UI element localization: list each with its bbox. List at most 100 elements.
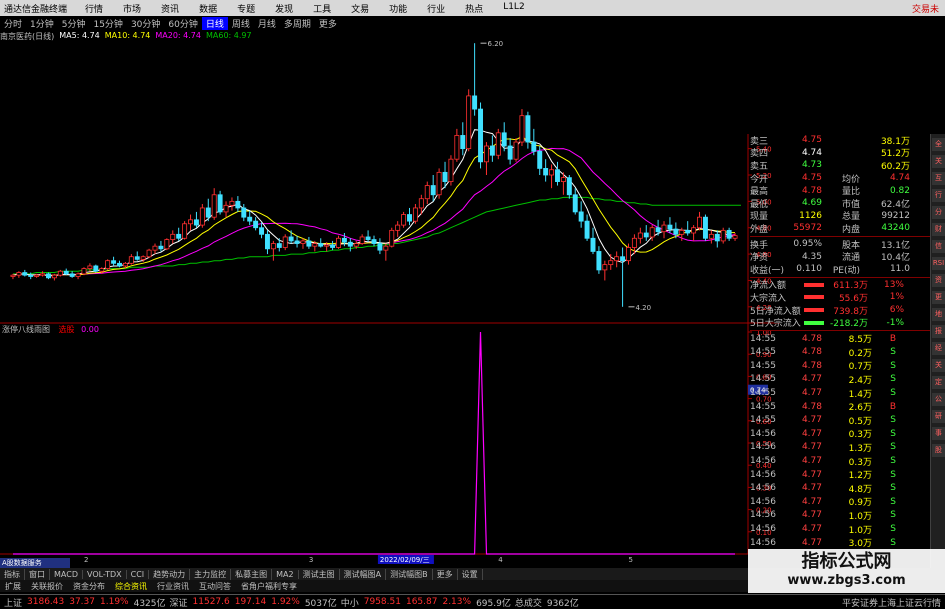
sidebar-icon[interactable]: 研 xyxy=(932,410,945,423)
tick-volume: 2.6万 xyxy=(848,403,872,414)
indicator-tab-3[interactable]: VOL-TDX xyxy=(83,569,127,579)
menu-item-6[interactable]: 工具 xyxy=(303,2,341,15)
zx-label[interactable]: 中小 xyxy=(341,596,359,609)
sidebar-icon[interactable]: 行 xyxy=(932,189,945,202)
indicator-config[interactable]: 选股 xyxy=(59,325,75,334)
candle-body xyxy=(649,227,655,238)
indicator-tab-10[interactable]: 测试幅图A xyxy=(340,568,387,580)
info-tab-2[interactable]: 资金分布 xyxy=(68,581,110,592)
candle-body xyxy=(217,194,223,213)
tick-price: 4.78 xyxy=(801,333,822,344)
candle-body xyxy=(543,168,549,176)
quote-row: 现量 1126 总量 99212 xyxy=(750,210,930,223)
menu-item-4[interactable]: 专题 xyxy=(227,2,265,15)
period-tab-5[interactable]: 60分钟 xyxy=(164,17,201,30)
menu-item-3[interactable]: 数据 xyxy=(189,2,227,15)
menu-item-5[interactable]: 发现 xyxy=(265,2,303,15)
quote-row: 卖四 4.74 51.2万 xyxy=(750,147,930,160)
period-tab-6[interactable]: 日线 xyxy=(201,16,228,30)
menu-item-1[interactable]: 市场 xyxy=(113,2,151,15)
tick-volume: 1.0万 xyxy=(848,525,872,536)
sz-label[interactable]: 深证 xyxy=(170,596,188,609)
info-tab-6[interactable]: 省角户福利专享 xyxy=(236,581,302,592)
candle-body xyxy=(10,274,16,277)
menu-item-11[interactable]: L1L2 xyxy=(493,2,534,15)
tick-time: 14:56 xyxy=(750,456,776,467)
period-tab-9[interactable]: 多周期 xyxy=(280,17,315,30)
period-tab-0[interactable]: 分时 xyxy=(0,17,26,30)
info-tab-1[interactable]: 关联报价 xyxy=(26,581,68,592)
period-tab-2[interactable]: 5分钟 xyxy=(58,17,90,30)
candle-body xyxy=(614,256,620,262)
candlestick-chart[interactable]: 4.204.404.604.805.005.205.406.204.200.10… xyxy=(0,30,780,568)
period-tab-8[interactable]: 月线 xyxy=(254,17,280,30)
indicator-tab-4[interactable]: CCI xyxy=(127,569,150,579)
trade-status: 交易未 xyxy=(911,4,939,15)
candle-body xyxy=(182,223,188,239)
candle-body xyxy=(57,270,63,276)
sidebar-icon[interactable]: 报 xyxy=(932,325,945,338)
menu-item-8[interactable]: 功能 xyxy=(379,2,417,15)
tick-time: 14:56 xyxy=(750,510,776,521)
tick-list[interactable]: 14:55 4.78 8.5万 B 14:55 4.78 0.2万 S 14:55 4.78 0.7… xyxy=(750,332,930,549)
menu-item-2[interactable]: 资讯 xyxy=(151,2,189,15)
candle-body xyxy=(489,145,495,156)
tick-volume: 1.4万 xyxy=(848,389,872,400)
period-tab-7[interactable]: 周线 xyxy=(228,17,254,30)
indicator-tab-8[interactable]: MA2 xyxy=(272,569,299,579)
menu-item-9[interactable]: 行业 xyxy=(417,2,455,15)
menu-item-10[interactable]: 热点 xyxy=(455,2,493,15)
indicator-tab-0[interactable]: 指标 xyxy=(0,568,25,580)
sidebar-icon[interactable]: 全 xyxy=(932,138,945,151)
candle-body xyxy=(661,224,667,233)
tick-side: S xyxy=(890,374,896,385)
sidebar-icon[interactable]: 分 xyxy=(932,206,945,219)
info-tab-0[interactable]: 扩展 xyxy=(0,581,26,592)
tick-row: 14:55 4.78 8.5万 B xyxy=(750,332,930,346)
sidebar-icon[interactable]: 关 xyxy=(932,155,945,168)
quote-label-2: 内盘 xyxy=(841,224,860,235)
indicator-tab-13[interactable]: 设置 xyxy=(458,568,483,580)
indicator-tab-1[interactable]: 窗口 xyxy=(25,568,50,580)
indicator-spike-line xyxy=(13,331,735,555)
info-tab-4[interactable]: 行业资讯 xyxy=(152,581,194,592)
period-tab-3[interactable]: 15分钟 xyxy=(89,17,126,30)
indicator-tab-5[interactable]: 趋势动力 xyxy=(149,568,191,580)
sidebar-icon[interactable]: 地 xyxy=(932,308,945,321)
indicator-tab-7[interactable]: 私募主图 xyxy=(231,568,273,580)
indicator-tab-9[interactable]: 测试主图 xyxy=(299,568,340,580)
bottom-left-tag[interactable]: A股数据服务 xyxy=(0,558,70,568)
sh-label[interactable]: 上证 xyxy=(4,596,22,609)
sidebar-icon[interactable]: 股 xyxy=(932,444,945,457)
indicator-tab-6[interactable]: 主力监控 xyxy=(190,568,232,580)
sidebar-icon[interactable]: 事 xyxy=(932,427,945,440)
sidebar-icon[interactable]: 互 xyxy=(932,172,945,185)
quote-label: 卖三 xyxy=(750,136,769,147)
sidebar-icon[interactable]: 经 xyxy=(932,342,945,355)
sidebar-icon[interactable]: RSI xyxy=(932,257,945,270)
sidebar-icon[interactable]: 关 xyxy=(932,359,945,372)
menu-item-7[interactable]: 文易 xyxy=(341,2,379,15)
info-tab-3[interactable]: 综合资讯 xyxy=(110,581,152,592)
info-tab-5[interactable]: 互动问答 xyxy=(194,581,236,592)
sidebar-icon[interactable]: 资 xyxy=(932,274,945,287)
sidebar-icon[interactable]: 财 xyxy=(932,223,945,236)
quote-value-2: 62.4亿 xyxy=(880,199,910,210)
sidebar-icon[interactable]: 公 xyxy=(932,393,945,406)
indicator-tab-2[interactable]: MACD xyxy=(50,569,83,579)
period-tab-1[interactable]: 1分钟 xyxy=(26,17,58,30)
sidebar-icon[interactable]: 定 xyxy=(932,376,945,389)
candle-body xyxy=(483,145,489,163)
menu-item-0[interactable]: 行情 xyxy=(75,2,113,15)
sh-pct: 1.19% xyxy=(100,597,129,607)
candle-body xyxy=(466,95,472,150)
period-tab-10[interactable]: 更多 xyxy=(315,17,341,30)
candle-body xyxy=(430,185,436,196)
sz-change: 197.14 xyxy=(234,597,267,607)
indicator-tab-12[interactable]: 更多 xyxy=(433,568,458,580)
indicator-tab-11[interactable]: 测试幅图B xyxy=(386,568,433,580)
sidebar-icon[interactable]: 更 xyxy=(932,291,945,304)
tick-row: 14:56 4.77 0.3万 S xyxy=(750,454,930,468)
sidebar-icon[interactable]: 信 xyxy=(932,240,945,253)
period-tab-4[interactable]: 30分钟 xyxy=(127,17,164,30)
